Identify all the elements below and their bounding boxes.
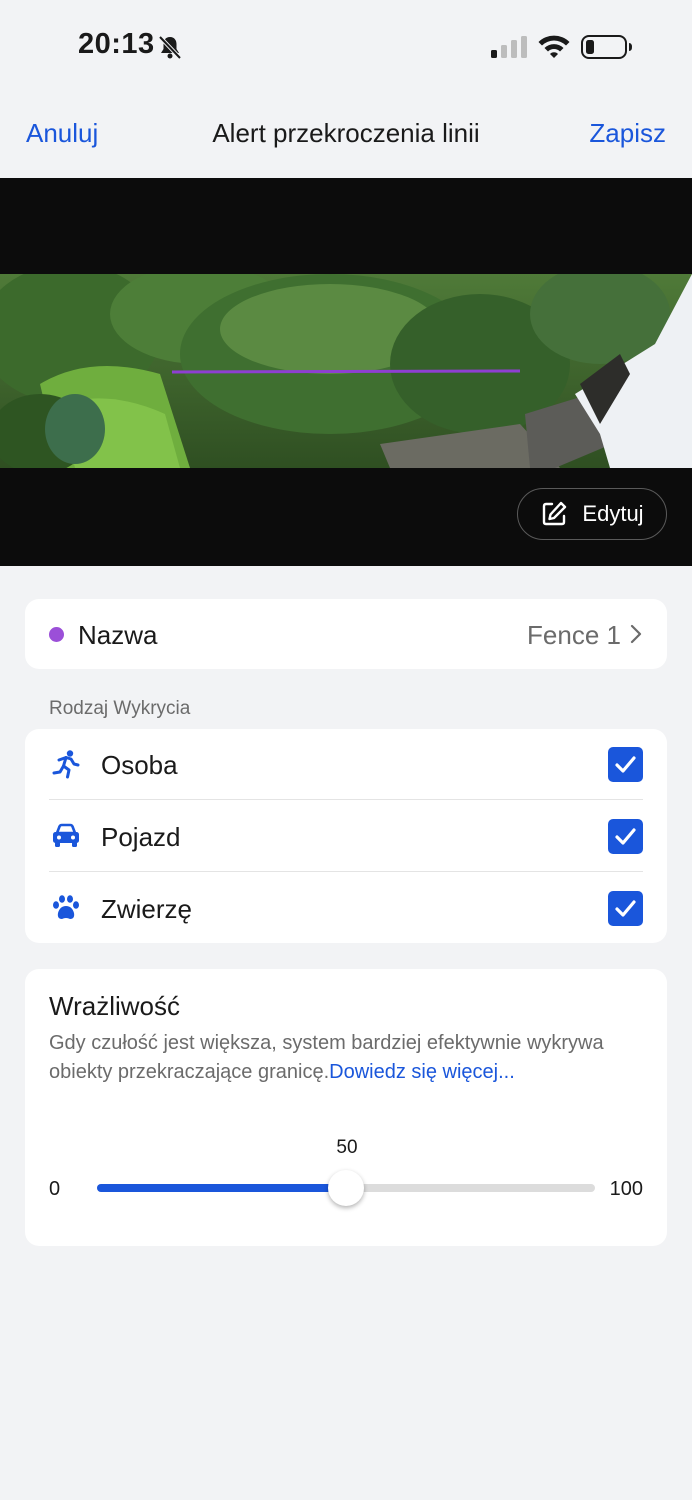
edit-button-label: Edytuj — [582, 501, 644, 526]
description-text: Gdy czułość jest większa, system bardzie… — [49, 1032, 604, 1083]
name-value: Fence 1 — [527, 620, 621, 650]
battery-icon — [581, 35, 632, 59]
detection-label: Osoba — [101, 750, 178, 780]
bell-slash-icon — [158, 35, 182, 60]
checkmark-icon — [615, 828, 636, 845]
color-dot — [49, 627, 64, 642]
sensitivity-card: Wrażliwość Gdy czułość jest większa, sys… — [25, 969, 667, 1246]
page-title: Alert przekroczenia linii — [212, 118, 480, 148]
slider-value-label: 50 — [336, 1137, 358, 1158]
slider-fill — [97, 1184, 346, 1192]
detection-item-animal[interactable]: Zwierzę — [25, 873, 667, 944]
camera-preview: Edytuj — [0, 178, 692, 566]
detection-label: Pojazd — [101, 822, 181, 852]
divider — [49, 871, 643, 872]
paw-icon — [53, 895, 79, 919]
navigation-bar: Anuluj Alert przekroczenia linii Zapisz — [0, 90, 692, 178]
divider — [49, 799, 643, 800]
camera-snapshot — [0, 274, 692, 468]
save-button[interactable]: Zapisz — [589, 118, 666, 149]
status-time: 20:13 — [78, 28, 155, 60]
name-label: Nazwa — [78, 620, 158, 650]
wifi-icon — [538, 35, 570, 58]
chevron-right-icon — [630, 624, 642, 644]
person-checkbox[interactable] — [608, 747, 643, 782]
detection-types-card: Osoba Pojazd Zwierzę — [25, 729, 667, 943]
person-running-icon — [52, 750, 80, 779]
car-icon — [53, 823, 79, 847]
vehicle-checkbox[interactable] — [608, 819, 643, 854]
animal-checkbox[interactable] — [608, 891, 643, 926]
signal-icon — [491, 36, 527, 58]
detection-item-vehicle[interactable]: Pojazd — [25, 801, 667, 872]
slider-thumb[interactable] — [328, 1170, 364, 1206]
edit-icon — [543, 501, 567, 526]
slider-max-label: 100 — [609, 1178, 643, 1200]
edit-button[interactable]: Edytuj — [517, 488, 667, 540]
sensitivity-title: Wrażliwość — [49, 991, 180, 1021]
name-row[interactable]: Nazwa Fence 1 — [25, 599, 667, 669]
detection-item-person[interactable]: Osoba — [25, 729, 667, 800]
sensitivity-slider[interactable] — [97, 1170, 595, 1206]
checkmark-icon — [615, 900, 636, 917]
slider-min-label: 0 — [49, 1178, 61, 1200]
learn-more-link[interactable]: Dowiedz się więcej... — [329, 1061, 515, 1083]
sensitivity-description: Gdy czułość jest większa, system bardzie… — [49, 1029, 609, 1087]
checkmark-icon — [615, 756, 636, 773]
detection-section-label: Rodzaj Wykrycia — [49, 698, 191, 719]
detection-label: Zwierzę — [101, 894, 193, 924]
status-bar: 20:13 — [0, 0, 692, 90]
